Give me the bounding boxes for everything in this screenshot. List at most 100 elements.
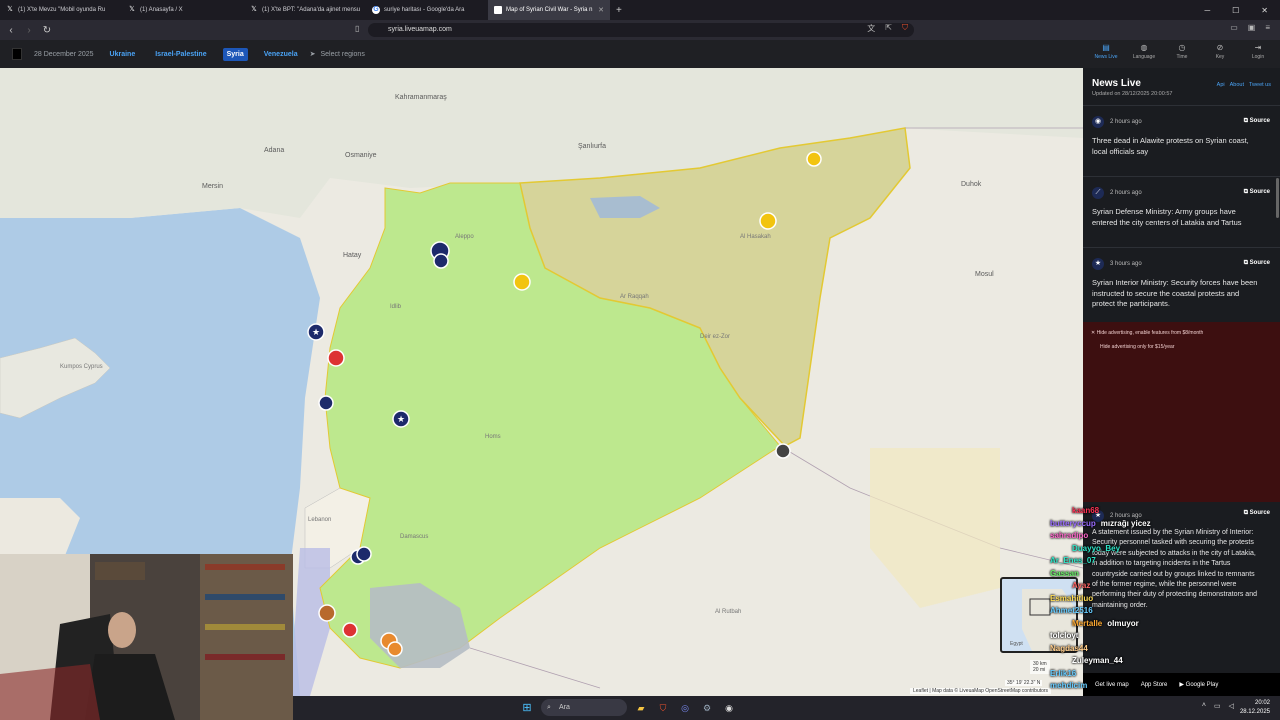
login-icon: ⇥ (1254, 43, 1262, 52)
sdf-star-marker[interactable] (806, 151, 822, 167)
star-icon: ★ (397, 415, 405, 425)
menu-label: Login (1251, 54, 1265, 60)
hide-ads-subscription-link[interactable]: ✕ Hide advertising, enable features from… (1091, 330, 1272, 336)
system-tray: ˄ ▭ ◁ (1202, 702, 1234, 710)
region-link-ukraine[interactable]: Ukraine (106, 48, 140, 61)
store-label: App Store (1140, 681, 1168, 688)
reload-icon[interactable]: ↻ (40, 25, 54, 36)
clash-marker[interactable] (342, 622, 358, 638)
sdf-star-marker[interactable] (759, 212, 777, 230)
news-text: A statement issued by the Syrian Ministr… (1092, 529, 1257, 609)
source-link[interactable]: ⧉ Source (1244, 260, 1270, 267)
hide-ads-yearly-link[interactable]: Hide advertising only for $15/year (1091, 344, 1272, 350)
news-item[interactable]: ⟋ 2 hours ago ⧉ Source Syrian Defense Min… (1083, 176, 1280, 247)
about-link[interactable]: About (1230, 82, 1244, 88)
source-link[interactable]: ⧉ Source (1244, 189, 1270, 196)
bookmark-icon[interactable]: ▯ (355, 24, 359, 33)
windows-start-icon[interactable]: ⊞ (519, 700, 535, 716)
news-live-button[interactable]: ▤ News Live (1094, 43, 1118, 60)
browser-tab[interactable]: Gsuriye haritası - Google'da Ara (366, 0, 488, 20)
select-regions-button[interactable]: ➤ Select regions (310, 50, 365, 59)
militia-marker[interactable] (318, 604, 336, 622)
taskbar-search[interactable]: ⌕ Ara (541, 699, 627, 716)
url-text: syria.liveuamap.com (388, 26, 452, 33)
app-store-button[interactable]: App Store (1141, 682, 1168, 688)
tab-title: suriye haritası - Google'da Ara (384, 7, 465, 13)
news-live-panel: News Live Api About Tweet us Updated on … (1083, 68, 1280, 696)
news-item[interactable]: ★ 3 hours ago ⧉ Source Syrian Interior Mi… (1083, 247, 1280, 322)
back-icon[interactable]: ‹ (4, 25, 18, 36)
isis-marker[interactable] (775, 443, 791, 459)
aircraft-marker[interactable] (433, 253, 449, 269)
rifle-icon: ⟋ (1092, 187, 1104, 199)
time-button[interactable]: ◷ Time (1170, 43, 1194, 60)
obs-icon[interactable]: ◉ (721, 700, 737, 716)
source-label: Source (1249, 118, 1270, 124)
browser-tab[interactable]: 𝕏 (1) X'te BPT: "Adana'da ajinet mensu (244, 0, 366, 20)
scale-mi: 20 mi (1033, 667, 1046, 673)
liveuamap-icon (494, 6, 502, 14)
star-icon: ★ (1092, 510, 1104, 522)
tab-title: (1) Anasayfa / X (140, 7, 183, 13)
drone-marker[interactable] (387, 641, 403, 657)
news-item[interactable]: ◉ 2 hours ago ⧉ Source Three dead in Alaw… (1083, 105, 1280, 176)
clock-date: 28.12.2025 (1239, 709, 1270, 715)
language-button[interactable]: ◍ Language (1132, 43, 1156, 60)
news-text: Three dead in Alawite protests on Syrian… (1092, 136, 1249, 156)
city-label: Kahramanmaraş (395, 94, 447, 101)
menu-icon[interactable]: ≡ (1265, 23, 1270, 32)
get-live-map-link[interactable]: Get live map (1095, 682, 1129, 688)
news-time: 2 hours ago (1110, 513, 1142, 519)
share-icon[interactable]: ⇱ (885, 23, 892, 34)
tweet-us-link[interactable]: Tweet us (1249, 82, 1271, 88)
new-tab-icon[interactable]: + (610, 5, 628, 16)
news-item[interactable]: ★ 2 hours ago ⧉ Source A statement issued… (1083, 502, 1280, 619)
url-field[interactable]: syria.liveuamap.com (368, 23, 914, 37)
news-icon: ▤ (1102, 43, 1110, 52)
taskbar-clock[interactable]: 20:02 28.12.2025 (1240, 699, 1270, 717)
region-link-israel-palestine[interactable]: Israel-Palestine (151, 48, 210, 61)
map-attribution[interactable]: Leaflet | Map data © LiveuaMap OpenStree… (910, 688, 1052, 694)
source-link[interactable]: ⧉ Source (1244, 118, 1270, 125)
google-play-button[interactable]: ▶ Google Play (1179, 681, 1218, 688)
site-logo[interactable] (12, 48, 22, 60)
browser-tab-active[interactable]: Map of Syrian Civil War - Syria n ✕ (488, 0, 610, 20)
search-icon: ⌕ (547, 704, 551, 711)
close-window-icon[interactable]: ✕ (1261, 6, 1268, 15)
clash-marker[interactable] (327, 349, 345, 367)
browser-tab[interactable]: 𝕏 (1) X'te Mevzu "Mobil oyunda Ru (0, 0, 122, 20)
sidebar-icon[interactable]: ▭ (1230, 23, 1238, 32)
source-link[interactable]: ⧉ Source (1244, 510, 1270, 517)
maximize-icon[interactable]: ☐ (1232, 6, 1239, 15)
volume-icon[interactable]: ◁ (1229, 702, 1234, 710)
panel-scrollbar[interactable] (1276, 178, 1279, 218)
file-explorer-icon[interactable]: ▰ (633, 700, 649, 716)
news-text: Syrian Defense Ministry: Army groups hav… (1092, 207, 1242, 227)
city-label: Hatay (343, 252, 362, 259)
minimap[interactable]: Egypt (1000, 577, 1078, 653)
news-time: 2 hours ago (1110, 119, 1142, 125)
region-link-syria[interactable]: Syria (222, 47, 248, 61)
steam-icon[interactable]: ⚙ (699, 700, 715, 716)
city-label: Ar Raqqah (620, 294, 649, 300)
close-tab-icon[interactable]: ✕ (598, 6, 604, 14)
sdf-star-marker[interactable] (513, 273, 531, 291)
wallet-icon[interactable]: ▣ (1248, 23, 1256, 32)
api-link[interactable]: Api (1217, 82, 1225, 88)
key-button[interactable]: ⊘ Key (1208, 43, 1232, 60)
browser-tab[interactable]: 𝕏 (1) Anasayfa / X (122, 0, 244, 20)
aircraft-marker[interactable] (356, 546, 372, 562)
discord-icon[interactable]: ◎ (677, 700, 693, 716)
region-link-venezuela[interactable]: Venezuela (260, 48, 302, 61)
login-button[interactable]: ⇥ Login (1246, 43, 1270, 60)
police-marker[interactable] (318, 395, 334, 411)
forward-icon[interactable]: › (22, 25, 36, 36)
translate-icon[interactable]: 文 (867, 23, 875, 34)
minimize-icon[interactable]: ─ (1204, 6, 1210, 15)
brave-browser-icon[interactable]: ⛉ (655, 700, 671, 716)
city-label: Al Rutbah (715, 609, 741, 615)
network-icon[interactable]: ▭ (1214, 702, 1221, 710)
select-regions-label: Select regions (320, 50, 365, 58)
chevron-up-icon[interactable]: ˄ (1202, 702, 1206, 710)
brave-shield-icon[interactable]: ⛉ (902, 23, 908, 34)
